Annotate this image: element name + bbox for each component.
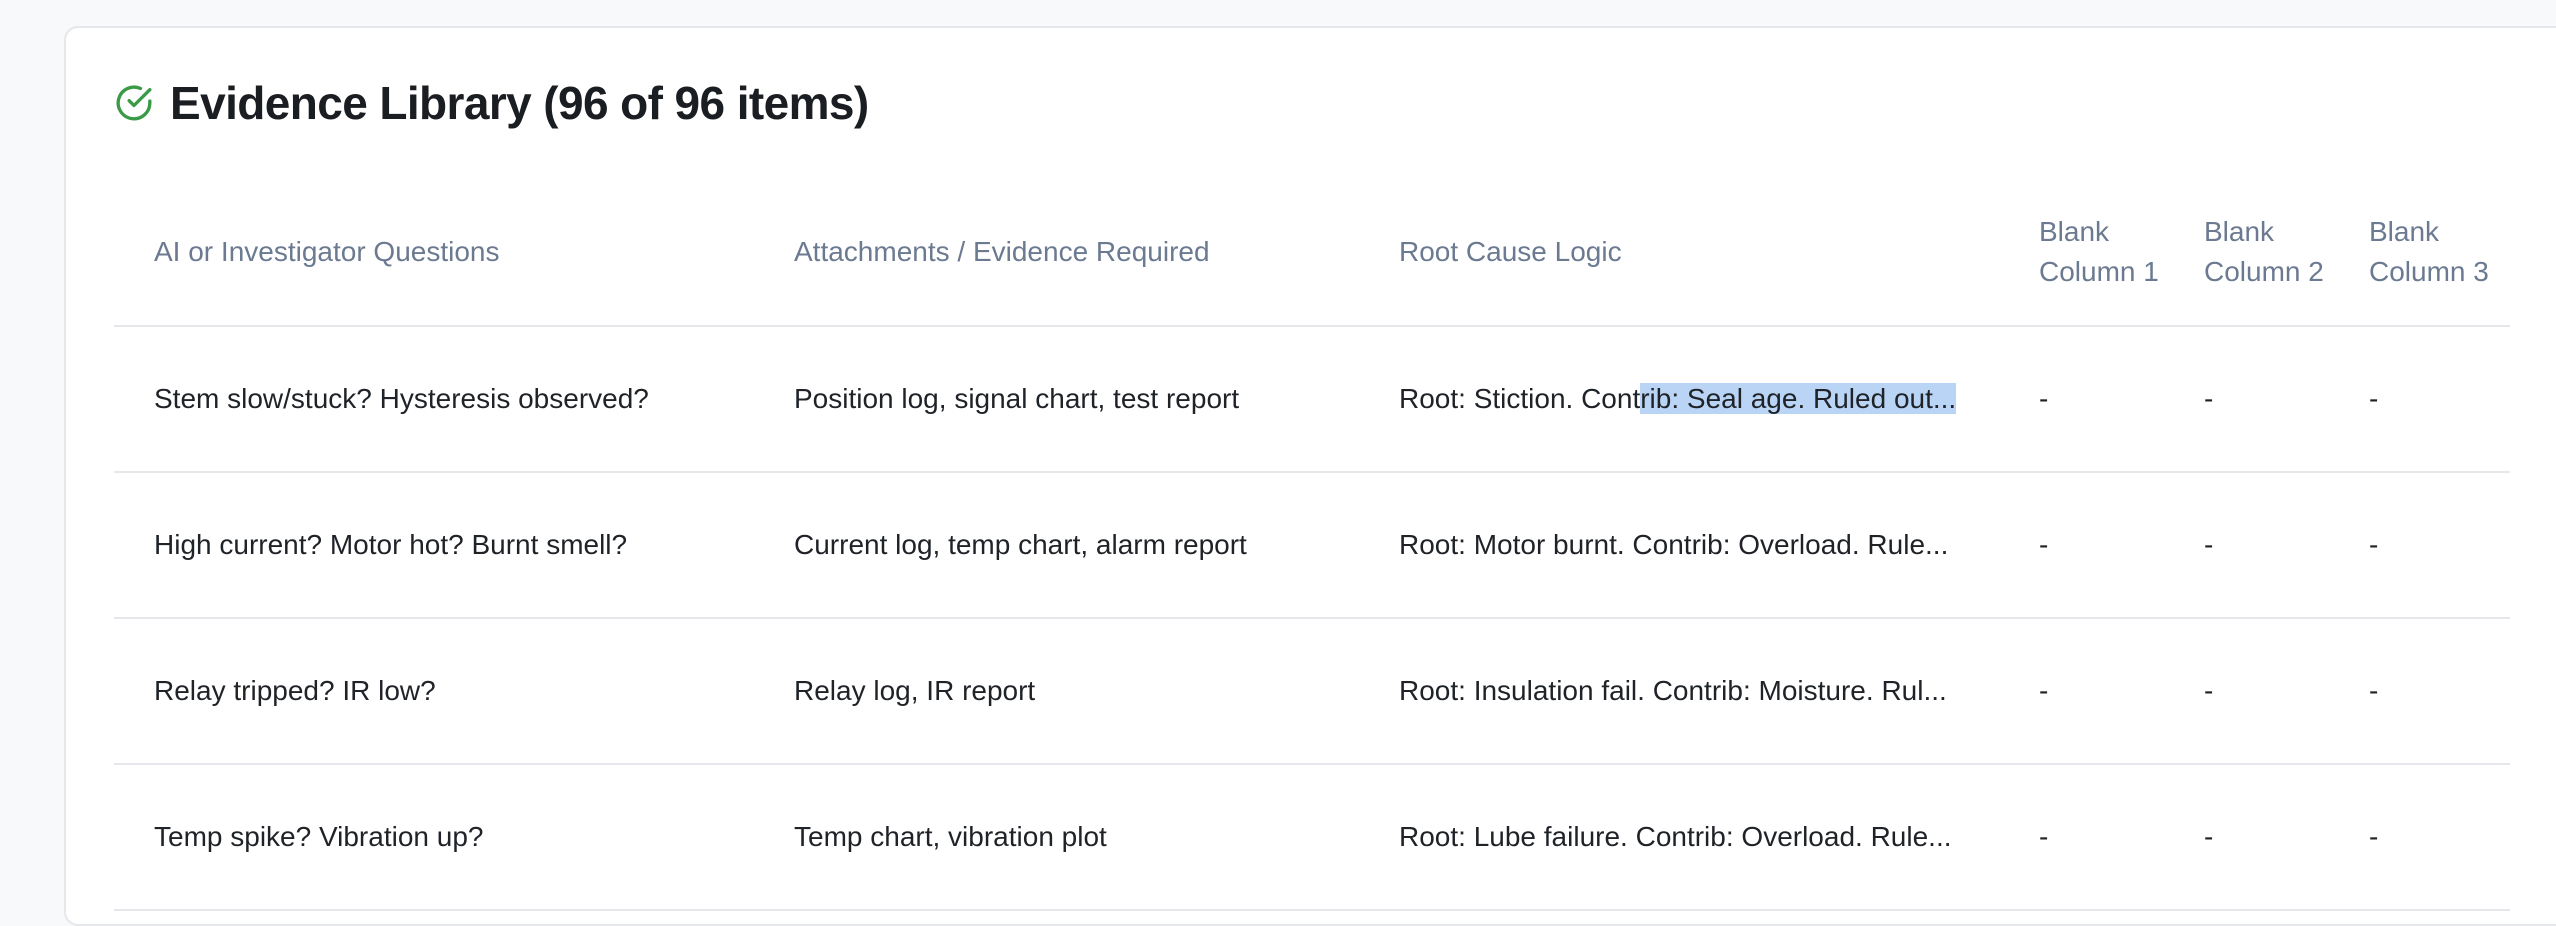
cell-blank-2[interactable]: - xyxy=(2164,618,2329,765)
root-cause-text: Root: Lube failure. Contrib: Overload. R… xyxy=(1399,821,1952,852)
cell-blank-2[interactable]: - xyxy=(2164,326,2329,473)
column-header-blank-1[interactable]: Blank Column 1 xyxy=(1999,178,2164,327)
page-title: Evidence Library (96 of 96 items) xyxy=(170,77,869,129)
cell-questions[interactable]: Temp spike? Vibration up? xyxy=(114,764,754,911)
cell-evidence[interactable]: Current log, temp chart, alarm report xyxy=(754,472,1359,619)
table-row[interactable]: High current? Motor hot? Burnt smell? Cu… xyxy=(114,472,2510,619)
cell-evidence[interactable]: Temp chart, vibration plot xyxy=(754,764,1359,911)
cell-blank-2[interactable]: - xyxy=(2164,472,2329,619)
column-header-evidence[interactable]: Attachments / Evidence Required xyxy=(754,178,1359,327)
table-row[interactable]: Temp spike? Vibration up? Temp chart, vi… xyxy=(114,764,2510,911)
column-header-root-cause[interactable]: Root Cause Logic xyxy=(1359,178,1999,327)
table-header-row: AI or Investigator Questions Attachments… xyxy=(114,178,2510,327)
evidence-library-card: Evidence Library (96 of 96 items) AI or … xyxy=(64,26,2556,926)
cell-blank-3[interactable]: - xyxy=(2329,472,2510,619)
text-selection: rib: Seal age. Ruled out... xyxy=(1640,383,1957,414)
root-cause-text: Root: Insulation fail. Contrib: Moisture… xyxy=(1399,675,1947,706)
cell-blank-1[interactable]: - xyxy=(1999,326,2164,473)
cell-root-cause[interactable]: Root: Lube failure. Contrib: Overload. R… xyxy=(1359,764,1999,911)
cell-root-cause[interactable]: Root: Insulation fail. Contrib: Moisture… xyxy=(1359,618,1999,765)
cell-blank-1[interactable]: - xyxy=(1999,472,2164,619)
column-header-blank-3[interactable]: Blank Column 3 xyxy=(2329,178,2510,327)
check-circle-icon xyxy=(116,85,152,121)
cell-blank-3[interactable]: - xyxy=(2329,618,2510,765)
column-header-questions[interactable]: AI or Investigator Questions xyxy=(114,178,754,327)
root-cause-text-unselected: Root: Stiction. Cont xyxy=(1399,383,1641,414)
cell-questions[interactable]: Stem slow/stuck? Hysteresis observed? xyxy=(114,326,754,473)
cell-evidence[interactable]: Position log, signal chart, test report xyxy=(754,326,1359,473)
column-header-blank-2[interactable]: Blank Column 2 xyxy=(2164,178,2329,327)
root-cause-text: Root: Stiction. Contrib: Seal age. Ruled… xyxy=(1399,383,1969,415)
evidence-table: AI or Investigator Questions Attachments… xyxy=(114,178,2510,911)
cell-blank-3[interactable]: - xyxy=(2329,326,2510,473)
cell-blank-2[interactable]: - xyxy=(2164,764,2329,911)
root-cause-text: Root: Motor burnt. Contrib: Overload. Ru… xyxy=(1399,529,1949,560)
table-row[interactable]: Relay tripped? IR low? Relay log, IR rep… xyxy=(114,618,2510,765)
cell-root-cause[interactable]: Root: Motor burnt. Contrib: Overload. Ru… xyxy=(1359,472,1999,619)
cell-evidence[interactable]: Relay log, IR report xyxy=(754,618,1359,765)
cell-questions[interactable]: High current? Motor hot? Burnt smell? xyxy=(114,472,754,619)
cell-root-cause[interactable]: Root: Stiction. Contrib: Seal age. Ruled… xyxy=(1359,326,1999,473)
table-row[interactable]: Stem slow/stuck? Hysteresis observed? Po… xyxy=(114,326,2510,473)
cell-blank-1[interactable]: - xyxy=(1999,764,2164,911)
cell-questions[interactable]: Relay tripped? IR low? xyxy=(114,618,754,765)
card-header: Evidence Library (96 of 96 items) xyxy=(114,76,869,130)
cell-blank-1[interactable]: - xyxy=(1999,618,2164,765)
cell-blank-3[interactable]: - xyxy=(2329,764,2510,911)
